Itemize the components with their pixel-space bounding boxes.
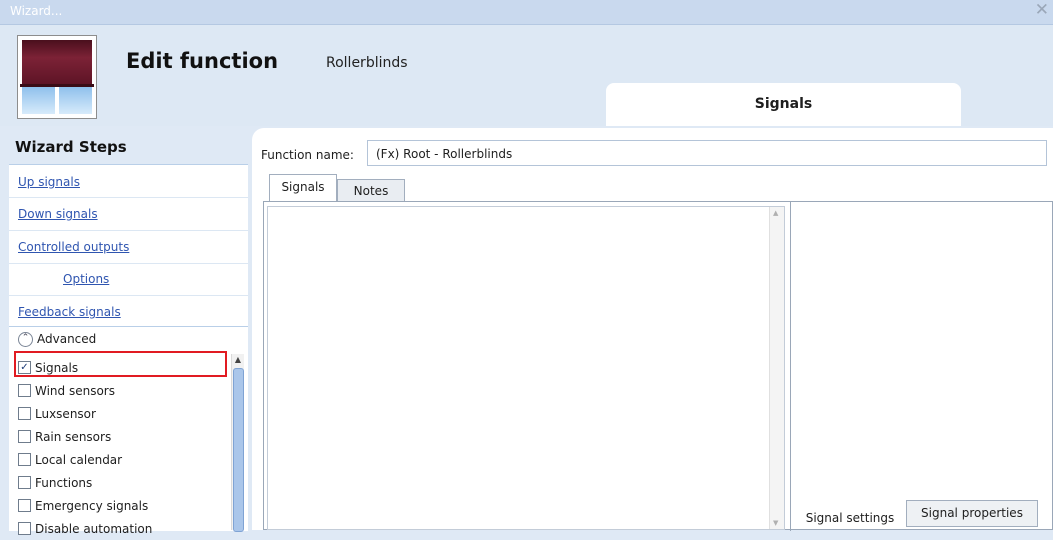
step-up-signals[interactable]: Up signals: [18, 175, 80, 189]
main-panel: Function name: (Fx) Root - Rollerblinds …: [252, 128, 1053, 531]
checkbox-rain-sensors[interactable]: Rain sensors: [18, 430, 111, 448]
checkbox-label: Luxsensor: [35, 407, 96, 421]
checkbox-icon: [18, 476, 31, 489]
list-scrollbar[interactable]: ▲ ▼: [769, 207, 784, 529]
step-feedback-signals[interactable]: Feedback signals: [18, 305, 121, 319]
checkbox-functions[interactable]: Functions: [18, 476, 92, 494]
tab-signal-properties[interactable]: Signal properties: [906, 500, 1038, 527]
advanced-scrollbar[interactable]: ▲: [231, 354, 244, 532]
window-title: Wizard...: [10, 4, 63, 18]
scroll-up-icon[interactable]: ▲: [773, 209, 778, 217]
checkbox-label: Functions: [35, 476, 93, 490]
checkbox-icon: [18, 453, 31, 466]
advanced-toggle[interactable]: ⌃ Advanced: [18, 332, 96, 347]
wizard-steps-panel: Wizard Steps Up signals Down signals Con…: [9, 130, 248, 536]
checkbox-icon: [18, 430, 31, 443]
checkbox-local-calendar[interactable]: Local calendar: [18, 453, 122, 471]
checkbox-label: Local calendar: [35, 453, 123, 467]
highlight-frame: [14, 351, 227, 377]
checkbox-label: Rain sensors: [35, 430, 112, 444]
checkbox-label: Disable automation: [35, 522, 153, 536]
scroll-up-icon[interactable]: ▲: [232, 354, 244, 366]
page-title: Edit function: [126, 49, 279, 73]
signals-list[interactable]: ▲ ▼: [267, 206, 785, 530]
tab-signals[interactable]: Signals: [269, 174, 337, 203]
header: Edit function Rollerblinds Signals: [0, 25, 1053, 126]
close-icon[interactable]: ✕: [1035, 0, 1049, 20]
tab-signal-settings[interactable]: Signal settings: [795, 501, 905, 529]
checkbox-disable-automation[interactable]: Disable automation: [18, 522, 152, 540]
checkbox-label: Wind sensors: [35, 384, 115, 398]
checkbox-icon: [18, 407, 31, 420]
page-subtitle: Rollerblinds: [326, 55, 408, 71]
step-options[interactable]: Options: [63, 272, 109, 286]
checkbox-icon: [18, 384, 31, 397]
checkbox-wind-sensors[interactable]: Wind sensors: [18, 384, 115, 402]
signals-tab-content: ▲ ▼ Signal settings Signal properties: [263, 201, 1053, 531]
scroll-down-icon[interactable]: ▼: [773, 519, 778, 527]
wizard-steps-title: Wizard Steps: [15, 138, 127, 156]
window-titlebar: Wizard... ✕: [0, 0, 1053, 25]
chevron-up-icon: ⌃: [18, 332, 33, 347]
function-name-label: Function name:: [261, 148, 354, 162]
function-name-field[interactable]: (Fx) Root - Rollerblinds: [367, 140, 1047, 166]
checkbox-luxsensor[interactable]: Luxsensor: [18, 407, 96, 425]
signal-details-panel: Signal settings Signal properties: [790, 202, 1053, 531]
checkbox-emergency-signals[interactable]: Emergency signals: [18, 499, 148, 517]
checkbox-icon: [18, 522, 31, 535]
step-controlled-outputs[interactable]: Controlled outputs: [18, 240, 129, 254]
step-down-signals[interactable]: Down signals: [18, 207, 98, 221]
rollerblind-icon: [17, 35, 97, 119]
checkbox-label: Emergency signals: [35, 499, 149, 513]
scrollbar-thumb[interactable]: [233, 368, 244, 532]
checkbox-icon: [18, 499, 31, 512]
advanced-label: Advanced: [37, 332, 97, 346]
wizard-steps-list: Up signals Down signals Controlled outpu…: [9, 164, 248, 327]
tab-signals-header[interactable]: Signals: [606, 83, 961, 126]
